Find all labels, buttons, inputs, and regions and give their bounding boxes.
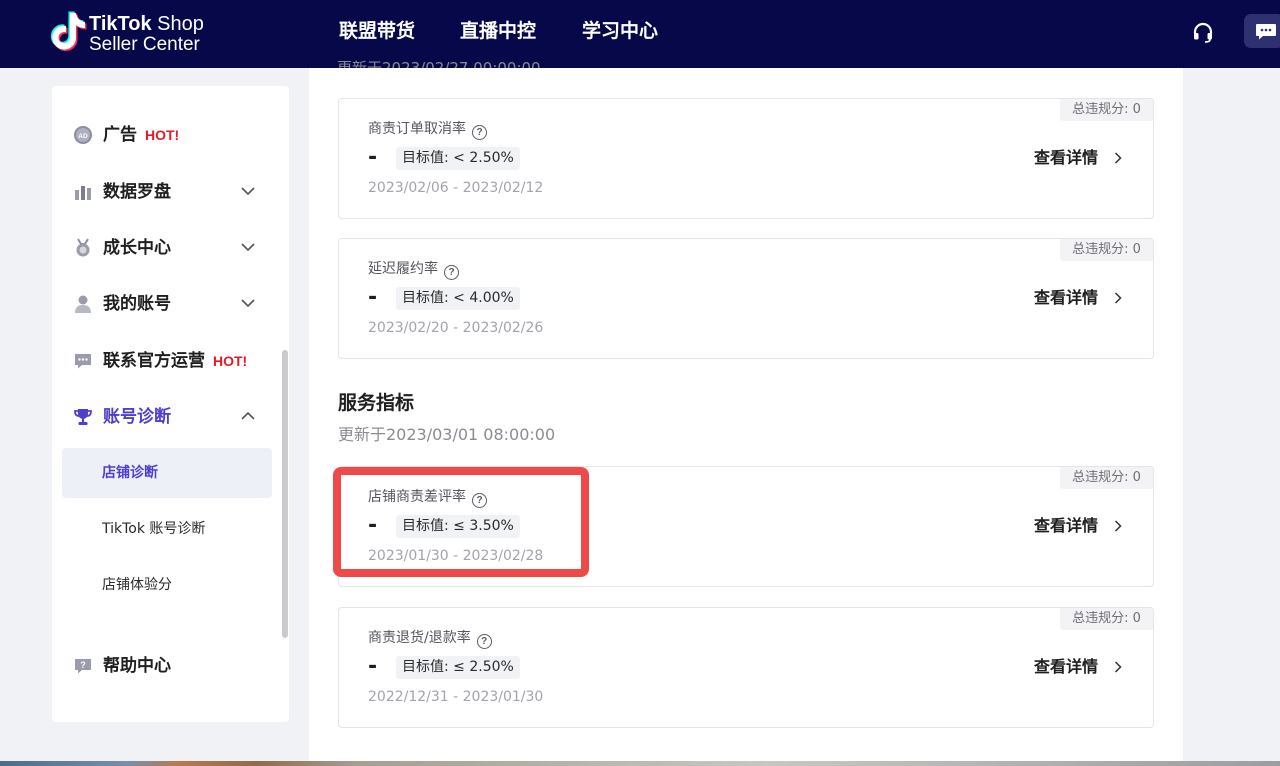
hot-badge: HOT!: [213, 353, 248, 369]
nav-live-control[interactable]: 直播中控: [460, 18, 536, 44]
medal-icon: [76, 238, 90, 257]
brand-line-2: Seller Center: [89, 34, 200, 55]
main-content: 更新于2023/02/27 00:00:00 总违规分: 0 商责订单取消率? …: [309, 60, 1183, 766]
svg-text:AD: AD: [78, 133, 88, 140]
sidebar: AD 广告 HOT! 数据罗盘 成长中心 我的账号 联系官方运营 HOT! 账号…: [52, 86, 289, 722]
view-details-link[interactable]: 查看详情: [1034, 286, 1098, 310]
metric-card-late-fulfillment-rate: 总违规分: 0 延迟履约率? - 目标值: < 4.00% 2023/02/20…: [338, 238, 1154, 359]
metric-title: 商责退货/退款率?: [368, 628, 492, 649]
metric-card-order-cancel-rate: 总违规分: 0 商责订单取消率? - 目标值: < 2.50% 2023/02/…: [338, 98, 1154, 219]
violation-score-badge: 总违规分: 0: [1060, 608, 1153, 630]
nav-affiliate[interactable]: 联盟带货: [339, 18, 415, 44]
message-icon: [75, 354, 91, 369]
brand-name[interactable]: TikTok Shop Seller Center: [89, 13, 204, 55]
sidebar-subitem-tiktok-account-diagnosis[interactable]: TikTok 账号诊断: [62, 504, 272, 554]
section-update-time: 更新于2023/03/01 08:00:00: [338, 425, 556, 444]
view-details-link[interactable]: 查看详情: [1034, 514, 1098, 538]
brand-line-1: TikTok Shop: [89, 13, 204, 35]
ad-icon: AD: [74, 126, 92, 144]
chevron-right-icon[interactable]: [1114, 152, 1122, 164]
sidebar-label: 数据罗盘: [103, 182, 171, 202]
question-icon[interactable]: ?: [444, 265, 459, 280]
metric-value: -: [368, 654, 378, 679]
top-navigation-bar: TikTok Shop Seller Center 联盟带货 直播中控 学习中心: [0, 0, 1280, 68]
sidebar-label: 联系官方运营 HOT!: [103, 351, 248, 371]
view-details-link[interactable]: 查看详情: [1034, 655, 1098, 679]
target-badge: 目标值: < 2.50%: [396, 147, 520, 170]
sidebar-subitem-shop-diagnosis[interactable]: 店铺诊断: [62, 448, 272, 498]
metric-value: -: [368, 285, 378, 310]
metric-title: 商责订单取消率?: [368, 119, 487, 140]
date-range: 2023/02/06 - 2023/02/12: [368, 180, 544, 196]
question-icon[interactable]: ?: [476, 634, 492, 649]
target-badge: 目标值: ≤ 2.50%: [396, 656, 520, 679]
chevron-up-icon: [241, 411, 255, 420]
sidebar-item-help-center[interactable]: ? 帮助中心: [52, 644, 289, 688]
sidebar-subitem-label: 店铺体验分: [102, 577, 172, 593]
sidebar-item-my-account[interactable]: 我的账号: [52, 282, 289, 326]
metric-value: -: [368, 145, 378, 170]
trophy-icon: [74, 409, 92, 425]
metric-card-return-refund-rate: 总违规分: 0 商责退货/退款率? - 目标值: ≤ 2.50% 2022/12…: [338, 607, 1154, 728]
cut-off-update-time: 更新于2023/02/27 00:00:00: [337, 60, 541, 68]
sidebar-label: 帮助中心: [103, 656, 171, 676]
sidebar-item-ads[interactable]: AD 广告 HOT!: [52, 113, 289, 157]
chevron-down-icon: [241, 243, 255, 252]
sidebar-label: 账号诊断: [103, 407, 171, 427]
violation-score-badge: 总违规分: 0: [1060, 467, 1153, 489]
chart-icon: [75, 186, 91, 200]
view-details-link[interactable]: 查看详情: [1034, 146, 1098, 170]
sidebar-scrollbar[interactable]: [282, 350, 288, 638]
svg-text:?: ?: [80, 660, 86, 670]
headset-icon[interactable]: [1191, 20, 1215, 44]
highlight-annotation-box: [333, 467, 589, 577]
metric-title: 延迟履约率?: [368, 259, 459, 280]
sidebar-subitem-label: 店铺诊断: [102, 465, 158, 481]
sidebar-item-data-compass[interactable]: 数据罗盘: [52, 170, 289, 214]
sidebar-subitem-shop-experience-score[interactable]: 店铺体验分: [62, 560, 272, 610]
date-range: 2023/02/20 - 2023/02/26: [368, 320, 544, 336]
violation-score-badge: 总违规分: 0: [1060, 239, 1153, 261]
chat-icon: [1256, 24, 1276, 40]
section-title-service-metrics: 服务指标: [338, 392, 415, 414]
violation-score-badge: 总违规分: 0: [1060, 99, 1153, 121]
chat-button[interactable]: [1244, 14, 1280, 48]
help-icon: ?: [75, 659, 91, 674]
sidebar-item-account-diagnosis[interactable]: 账号诊断: [52, 395, 289, 439]
chevron-right-icon[interactable]: [1114, 520, 1122, 532]
chevron-right-icon[interactable]: [1114, 661, 1122, 673]
hot-badge: HOT!: [145, 127, 180, 143]
chevron-right-icon[interactable]: [1114, 292, 1122, 304]
sidebar-subitem-label: TikTok 账号诊断: [102, 521, 206, 537]
chevron-down-icon: [241, 299, 255, 308]
question-icon[interactable]: ?: [472, 125, 487, 140]
sidebar-item-contact-ops[interactable]: 联系官方运营 HOT!: [52, 339, 289, 383]
sidebar-item-growth-center[interactable]: 成长中心: [52, 226, 289, 270]
sidebar-label: 广告 HOT!: [103, 125, 180, 145]
date-range: 2022/12/31 - 2023/01/30: [368, 689, 544, 705]
chevron-down-icon: [241, 187, 255, 196]
sidebar-label: 我的账号: [103, 294, 171, 314]
sidebar-label: 成长中心: [103, 238, 171, 258]
user-icon: [75, 295, 91, 313]
bottom-edge-strip: [0, 761, 1280, 766]
target-badge: 目标值: < 4.00%: [396, 287, 520, 310]
nav-learning-center[interactable]: 学习中心: [582, 18, 658, 44]
tiktok-logo-icon[interactable]: [50, 11, 90, 53]
